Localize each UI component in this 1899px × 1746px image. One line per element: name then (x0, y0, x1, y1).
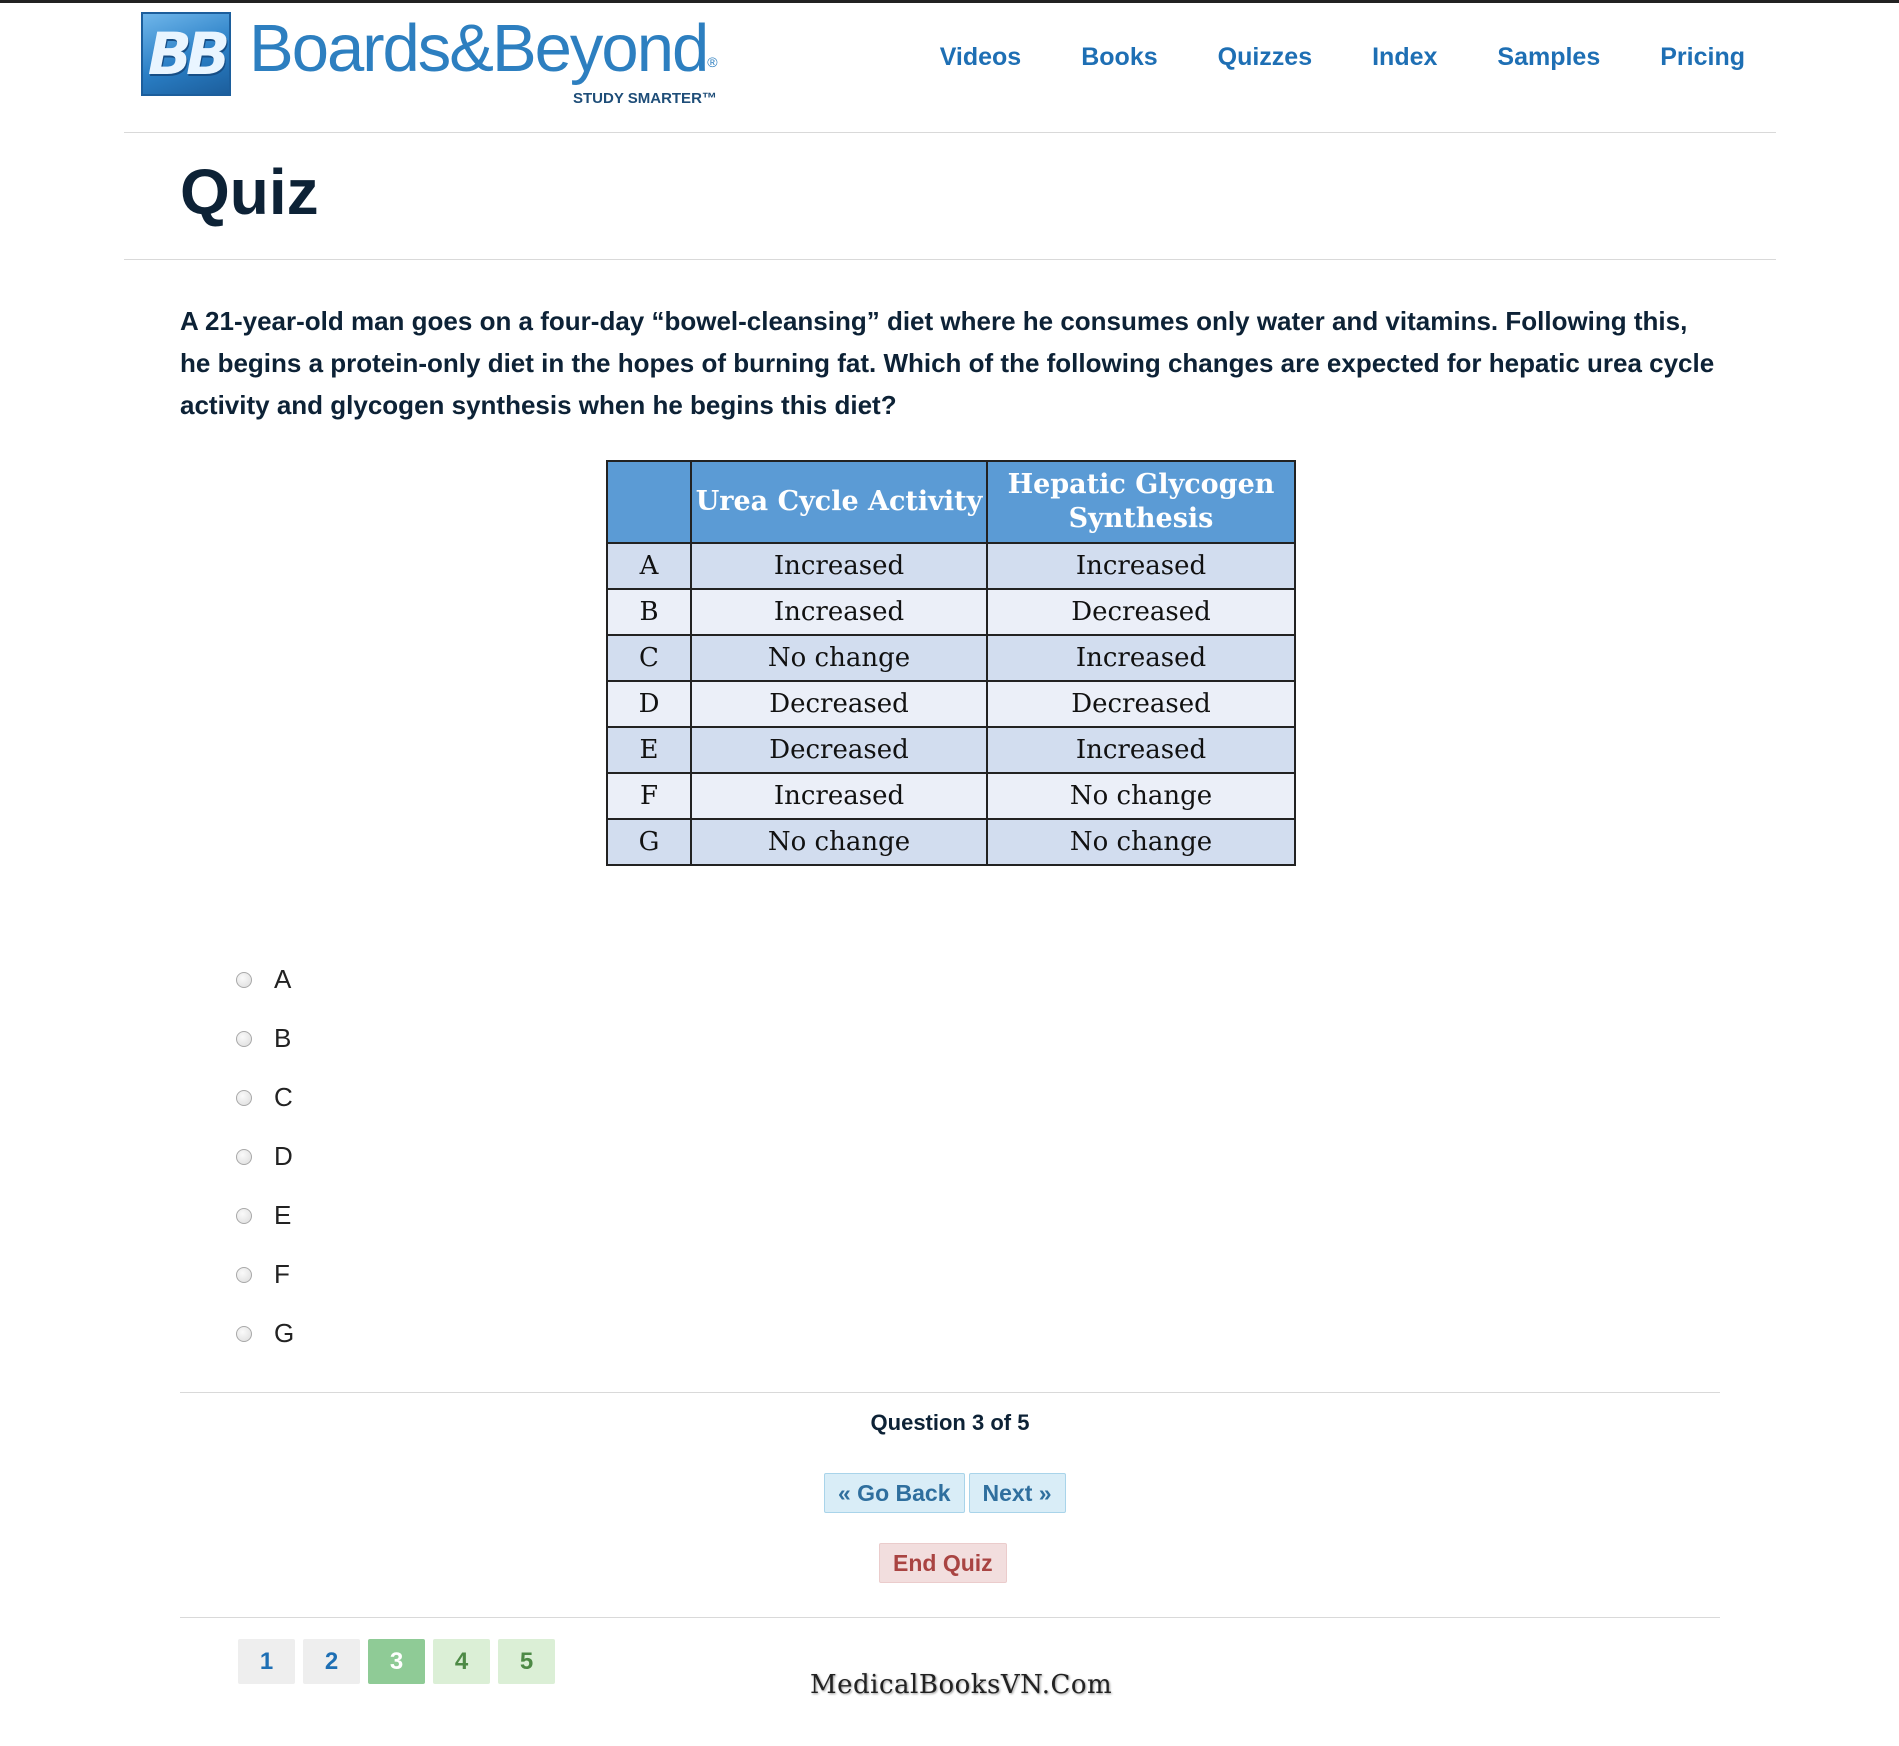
glycogen-cell: No change (986, 818, 1296, 866)
glycogen-cell: Decreased (986, 680, 1296, 728)
brand-name: Boards&Beyond® (249, 11, 718, 86)
title-divider (124, 259, 1776, 260)
glycogen-cell: Increased (986, 542, 1296, 590)
table-row: E Decreased Increased (606, 726, 1296, 774)
main-nav: Videos Books Quizzes Index Samples Prici… (880, 43, 1745, 72)
option-f[interactable]: F (236, 1245, 294, 1304)
radio-button[interactable] (236, 1266, 252, 1283)
option-a[interactable]: A (236, 950, 294, 1009)
option-label[interactable]: E (274, 1200, 291, 1231)
nav-videos[interactable]: Videos (940, 43, 1022, 72)
page-1-button[interactable]: 1 (238, 1639, 295, 1684)
radio-button[interactable] (236, 1207, 252, 1224)
page-5-button[interactable]: 5 (498, 1639, 555, 1684)
nav-index[interactable]: Index (1372, 43, 1437, 72)
watermark: MedicalBooksVN.Com (810, 1670, 1113, 1700)
row-letter: D (606, 680, 692, 728)
page-3-button[interactable]: 3 (368, 1639, 425, 1684)
option-g[interactable]: G (236, 1304, 294, 1363)
answer-options: A B C D E F G (236, 950, 294, 1363)
answer-table-header: Urea Cycle Activity Hepatic Glycogen Syn… (606, 460, 1296, 544)
nav-samples[interactable]: Samples (1497, 43, 1600, 72)
option-label[interactable]: B (274, 1023, 291, 1054)
row-letter: G (606, 818, 692, 866)
header-divider (124, 132, 1776, 133)
brand-tagline: STUDY SMARTER™ (573, 90, 717, 107)
row-letter: E (606, 726, 692, 774)
option-label[interactable]: A (274, 964, 291, 995)
urea-cell: No change (690, 634, 988, 682)
nav-quizzes[interactable]: Quizzes (1218, 43, 1312, 72)
urea-cell: Increased (690, 588, 988, 636)
urea-cell: Increased (690, 542, 988, 590)
option-label[interactable]: G (274, 1318, 294, 1349)
table-row: F Increased No change (606, 772, 1296, 820)
answer-table: Urea Cycle Activity Hepatic Glycogen Syn… (606, 460, 1296, 866)
row-letter: F (606, 772, 692, 820)
brand-logo[interactable]: BB Boards&Beyond® STUDY SMARTER™ (141, 10, 718, 107)
option-d[interactable]: D (236, 1127, 294, 1186)
row-letter: C (606, 634, 692, 682)
table-row: A Increased Increased (606, 542, 1296, 590)
urea-cell: Decreased (690, 726, 988, 774)
top-border (0, 0, 1899, 3)
glycogen-cell: No change (986, 772, 1296, 820)
table-row: C No change Increased (606, 634, 1296, 682)
page-2-button[interactable]: 2 (303, 1639, 360, 1684)
option-label[interactable]: F (274, 1259, 290, 1290)
navigation-buttons: « Go Back Next » (824, 1473, 1066, 1513)
radio-button[interactable] (236, 971, 252, 988)
glycogen-cell: Decreased (986, 588, 1296, 636)
option-label[interactable]: C (274, 1082, 293, 1113)
urea-cell: Increased (690, 772, 988, 820)
header-urea-cycle: Urea Cycle Activity (690, 460, 988, 544)
nav-books[interactable]: Books (1081, 43, 1157, 72)
question-counter: Question 3 of 5 (870, 1410, 1030, 1435)
table-row: D Decreased Decreased (606, 680, 1296, 728)
urea-cell: Decreased (690, 680, 988, 728)
option-b[interactable]: B (236, 1009, 294, 1068)
page-title: Quiz (180, 156, 319, 228)
table-row: G No change No change (606, 818, 1296, 866)
go-back-button[interactable]: « Go Back (824, 1473, 965, 1513)
question-text: A 21-year-old man goes on a four-day “bo… (180, 306, 1715, 420)
options-divider (180, 1392, 1720, 1393)
radio-button[interactable] (236, 1089, 252, 1106)
glycogen-cell: Increased (986, 634, 1296, 682)
logo-mark-icon: BB (141, 12, 231, 96)
next-button[interactable]: Next » (968, 1473, 1066, 1513)
footer-divider (180, 1617, 1720, 1618)
radio-button[interactable] (236, 1030, 252, 1047)
question-pager: 1 2 3 4 5 (238, 1639, 555, 1684)
option-e[interactable]: E (236, 1186, 294, 1245)
option-c[interactable]: C (236, 1068, 294, 1127)
header-letter (606, 460, 692, 544)
end-quiz-button[interactable]: End Quiz (879, 1543, 1007, 1583)
row-letter: A (606, 542, 692, 590)
header-glycogen: Hepatic Glycogen Synthesis (986, 460, 1296, 544)
option-label[interactable]: D (274, 1141, 293, 1172)
row-letter: B (606, 588, 692, 636)
glycogen-cell: Increased (986, 726, 1296, 774)
radio-button[interactable] (236, 1148, 252, 1165)
table-row: B Increased Decreased (606, 588, 1296, 636)
nav-pricing[interactable]: Pricing (1660, 43, 1745, 72)
page-4-button[interactable]: 4 (433, 1639, 490, 1684)
radio-button[interactable] (236, 1325, 252, 1342)
urea-cell: No change (690, 818, 988, 866)
